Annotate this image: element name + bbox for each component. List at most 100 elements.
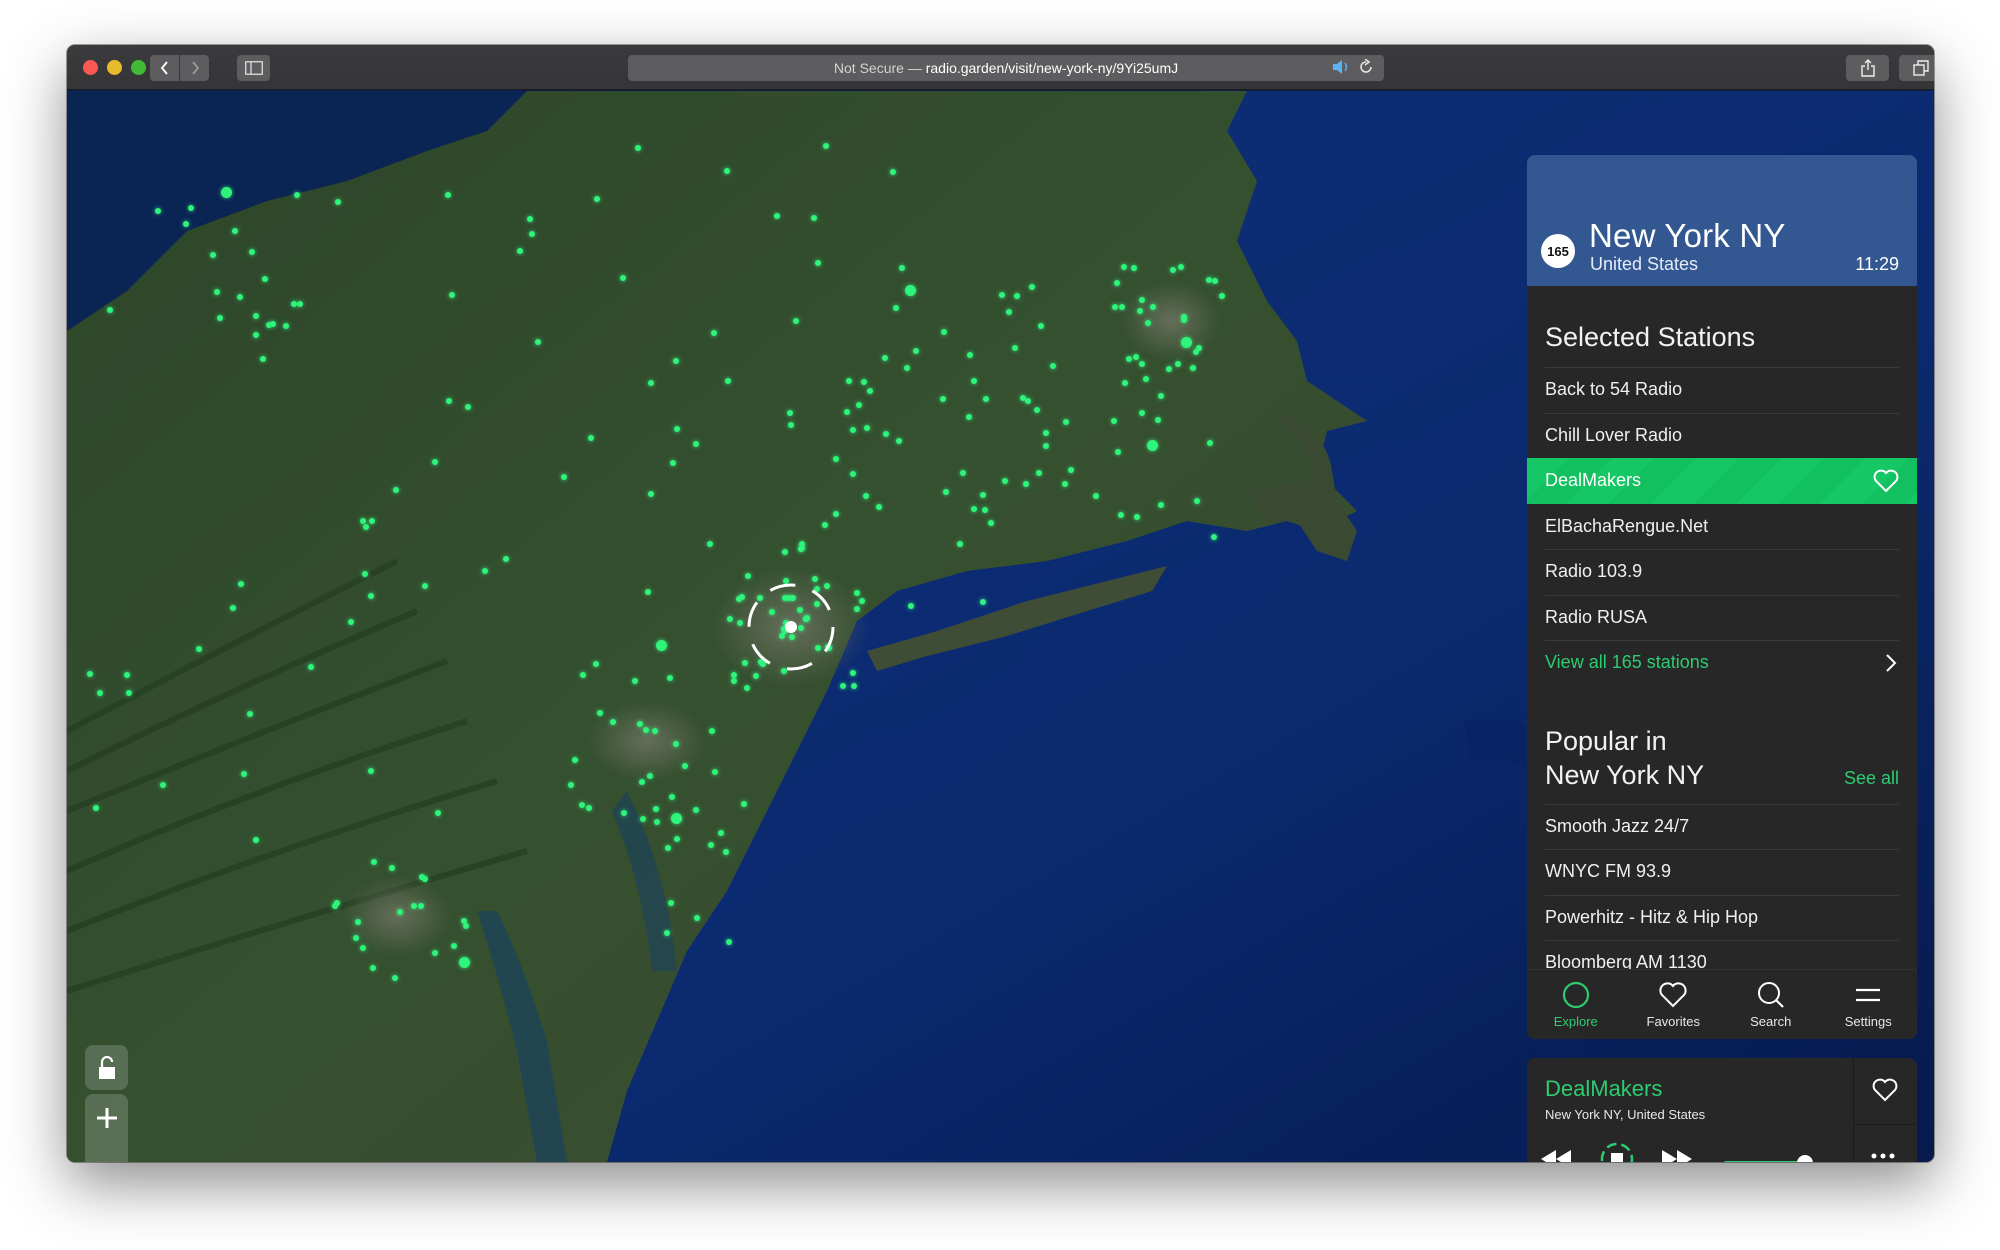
station-dot[interactable] <box>1177 263 1184 270</box>
station-dot[interactable] <box>450 942 457 949</box>
station-dot[interactable] <box>670 459 677 466</box>
station-dot[interactable] <box>956 540 963 547</box>
station-dot[interactable] <box>195 645 202 652</box>
station-dot[interactable] <box>671 813 682 824</box>
station-dot[interactable] <box>1218 292 1225 299</box>
station-dot[interactable] <box>723 168 730 175</box>
station-dot[interactable] <box>971 505 978 512</box>
station-dot[interactable] <box>1121 379 1128 386</box>
station-dot[interactable] <box>1111 304 1118 311</box>
station-dot[interactable] <box>672 740 679 747</box>
station-dot[interactable] <box>596 709 603 716</box>
station-dot[interactable] <box>125 689 132 696</box>
station-dot[interactable] <box>681 763 688 770</box>
now-playing-station[interactable]: DealMakers <box>1545 1076 1662 1102</box>
station-dot[interactable] <box>867 387 874 394</box>
share-button[interactable] <box>1846 55 1889 81</box>
station-dot[interactable] <box>1195 344 1202 351</box>
station-dot[interactable] <box>1005 308 1012 315</box>
station-item[interactable]: Radio 103.9 <box>1527 549 1917 595</box>
station-dot[interactable] <box>693 440 699 447</box>
station-dot[interactable] <box>648 379 655 386</box>
forward-button[interactable] <box>180 55 209 81</box>
station-dot[interactable] <box>1206 439 1213 446</box>
station-item[interactable]: Radio RUSA <box>1527 594 1917 641</box>
station-dot[interactable] <box>529 230 536 237</box>
see-all-link[interactable]: See all <box>1844 768 1899 789</box>
station-dot[interactable] <box>668 899 675 906</box>
station-dot[interactable] <box>1037 322 1044 329</box>
station-dot[interactable] <box>588 434 595 441</box>
station-dot[interactable] <box>236 293 243 300</box>
station-dot[interactable] <box>908 602 915 609</box>
station-item[interactable]: WNYC FM 93.9 <box>1527 849 1917 895</box>
station-dot[interactable] <box>217 314 223 321</box>
tab-explore[interactable]: Explore <box>1527 970 1625 1039</box>
station-dot[interactable] <box>1029 283 1036 290</box>
station-item[interactable]: Chill Lover Radio <box>1527 412 1917 459</box>
reload-icon[interactable] <box>1358 59 1374 75</box>
station-dot[interactable] <box>593 195 600 202</box>
station-dot[interactable] <box>252 837 259 844</box>
minimize-window-button[interactable] <box>107 60 122 75</box>
station-dot[interactable] <box>1138 360 1145 367</box>
station-dot[interactable] <box>1138 296 1145 303</box>
station-dot[interactable] <box>230 604 237 611</box>
more-options-icon[interactable] <box>1870 1152 1896 1160</box>
back-button[interactable] <box>150 55 179 81</box>
station-dot[interactable] <box>252 313 259 320</box>
station-dot[interactable] <box>155 207 162 214</box>
station-dot[interactable] <box>979 598 986 605</box>
station-dot[interactable] <box>237 580 244 587</box>
station-dot[interactable] <box>392 486 399 493</box>
station-dot[interactable] <box>359 517 366 524</box>
station-dot[interactable] <box>388 865 395 872</box>
station-dot[interactable] <box>1019 394 1026 401</box>
station-dot[interactable] <box>369 964 376 971</box>
station-dot[interactable] <box>668 793 675 800</box>
station-dot[interactable] <box>1165 365 1172 372</box>
station-dot[interactable] <box>798 541 805 548</box>
station-dot[interactable] <box>822 521 829 528</box>
station-dot[interactable] <box>849 426 856 433</box>
station-dot[interactable] <box>367 768 374 775</box>
station-dot[interactable] <box>362 570 369 577</box>
station-dot[interactable] <box>787 421 794 428</box>
station-dot[interactable] <box>1193 497 1200 504</box>
station-dot[interactable] <box>673 835 680 842</box>
rewind-button[interactable] <box>1539 1148 1573 1162</box>
station-dot[interactable] <box>1181 337 1192 348</box>
address-bar[interactable]: Not Secure — radio.garden/visit/new-york… <box>628 55 1384 81</box>
station-dot[interactable] <box>231 228 238 235</box>
station-dot[interactable] <box>673 425 680 432</box>
station-dot[interactable] <box>1067 466 1074 473</box>
station-dot[interactable] <box>421 582 428 589</box>
close-window-button[interactable] <box>83 60 98 75</box>
map-lock-button[interactable] <box>85 1045 128 1090</box>
station-dot[interactable] <box>260 356 266 363</box>
sidebar-toggle-button[interactable] <box>237 55 270 81</box>
station-dot[interactable] <box>833 455 840 462</box>
station-dot[interactable] <box>849 670 856 677</box>
volume-slider[interactable] <box>1724 1155 1832 1162</box>
station-dot[interactable] <box>666 674 673 681</box>
station-dot[interactable] <box>904 364 911 371</box>
station-dot[interactable] <box>853 605 860 612</box>
station-item[interactable]: Back to 54 Radio <box>1527 367 1917 413</box>
station-dot[interactable] <box>855 401 862 408</box>
station-dot[interactable] <box>621 809 628 816</box>
station-dot[interactable] <box>352 934 359 941</box>
station-dot[interactable] <box>481 568 488 575</box>
station-dot[interactable] <box>864 424 871 431</box>
station-item[interactable]: ElBachaRengue.Net <box>1527 504 1917 550</box>
station-dot[interactable] <box>895 437 902 444</box>
station-dot[interactable] <box>860 378 867 385</box>
favorite-heart-icon[interactable] <box>1872 1078 1898 1102</box>
station-dot[interactable] <box>331 902 338 909</box>
station-dot[interactable] <box>246 710 253 717</box>
station-dot[interactable] <box>744 573 751 579</box>
station-dot[interactable] <box>959 469 966 476</box>
station-dot[interactable] <box>265 322 272 329</box>
station-dot[interactable] <box>446 397 453 404</box>
station-dot[interactable] <box>1113 279 1120 286</box>
